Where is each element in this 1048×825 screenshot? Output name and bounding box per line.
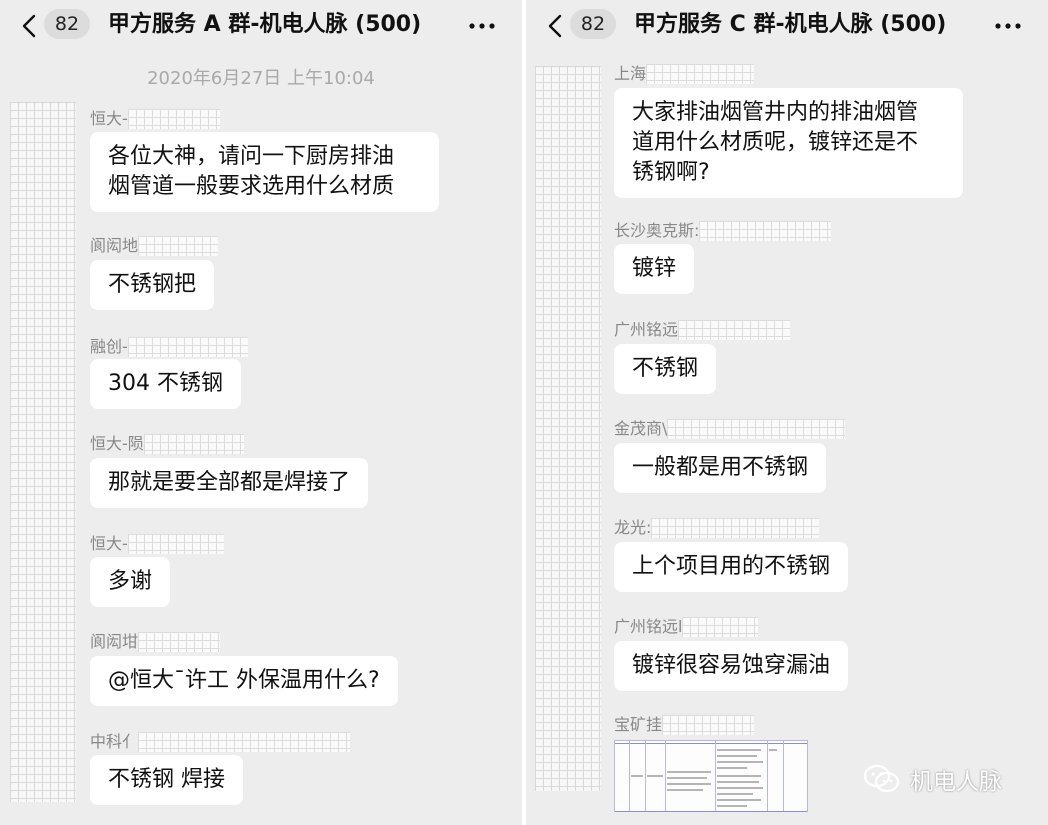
- watermark-text: 机电人脉: [910, 769, 1002, 795]
- more-dots-icon[interactable]: [468, 22, 496, 30]
- left-chat-panel: 82 甲方服务 A 群-机电人脉 (500) 2020年6月27日 上午10:0…: [0, 0, 522, 825]
- message-bubble[interactable]: 304 不锈钢: [90, 359, 241, 409]
- unread-count-badge[interactable]: 82: [44, 9, 90, 39]
- wechat-icon: [863, 764, 900, 793]
- message-bubble[interactable]: 镀锌很容易蚀穿漏油: [614, 641, 849, 691]
- message-bubble[interactable]: 不锈钢把: [90, 260, 215, 310]
- sender-name: 恒大-: [90, 534, 224, 554]
- right-nav-bar: 82 甲方服务 C 群-机电人脉 (500): [526, 0, 1048, 52]
- sender-name: 金茂商\: [614, 419, 846, 439]
- right-chat-panel: 82 甲方服务 C 群-机电人脉 (500) 上海 大家排油烟管井内的排油烟管 …: [526, 0, 1048, 825]
- sender-name: 广州铭远: [614, 320, 791, 340]
- sender-name: 阆闳坩: [90, 632, 221, 652]
- message-bubble[interactable]: 不锈钢: [614, 344, 717, 394]
- sender-name: 上海: [614, 64, 755, 84]
- more-dots-icon[interactable]: [994, 22, 1022, 30]
- chat-title: 甲方服务 C 群-机电人脉 (500): [634, 12, 947, 37]
- avatar-redaction-column: [535, 66, 601, 791]
- chevron-left-icon[interactable]: [544, 13, 570, 39]
- sender-name: 恒大-陨: [90, 434, 244, 454]
- message-bubble[interactable]: 各位大神，请问一下厨房排油 烟管道一般要求选用什么材质: [90, 132, 439, 212]
- sender-name: 龙光:: [614, 518, 820, 538]
- message-bubble[interactable]: 镀锌: [614, 244, 695, 294]
- message-bubble[interactable]: @恒大¯许工 外保温用什么?: [90, 656, 398, 706]
- chevron-left-icon[interactable]: [18, 13, 44, 39]
- sender-name: 恒大-: [90, 109, 220, 129]
- sender-name: 融创-: [90, 337, 248, 357]
- unread-count-badge[interactable]: 82: [570, 9, 616, 39]
- left-nav-bar: 82 甲方服务 A 群-机电人脉 (500): [0, 0, 522, 52]
- image-attachment-thumbnail[interactable]: [614, 740, 808, 812]
- chat-timestamp: 2020年6月27日 上午10:04: [147, 68, 375, 89]
- sender-name: 中科亻: [90, 732, 351, 752]
- message-bubble[interactable]: 大家排油烟管井内的排油烟管 道用什么材质呢，镀锌还是不 锈钢啊?: [614, 88, 963, 198]
- avatar-redaction-column: [10, 102, 76, 802]
- chat-title: 甲方服务 A 群-机电人脉 (500): [108, 12, 422, 37]
- message-bubble[interactable]: 那就是要全部都是焊接了: [90, 458, 369, 508]
- message-bubble[interactable]: 多谢: [90, 557, 171, 607]
- sender-name: 宝矿挂: [614, 715, 755, 735]
- message-bubble[interactable]: 上个项目用的不锈钢: [614, 542, 849, 592]
- message-bubble[interactable]: 不锈钢 焊接: [90, 755, 243, 805]
- sender-name: 长沙奥克斯:: [614, 221, 832, 241]
- sender-name: 广州铭远l: [614, 617, 759, 637]
- wechat-watermark: 机电人脉: [862, 762, 1002, 796]
- sender-name: 阆闳地: [90, 236, 219, 256]
- message-bubble[interactable]: 一般都是用不锈钢: [614, 443, 827, 493]
